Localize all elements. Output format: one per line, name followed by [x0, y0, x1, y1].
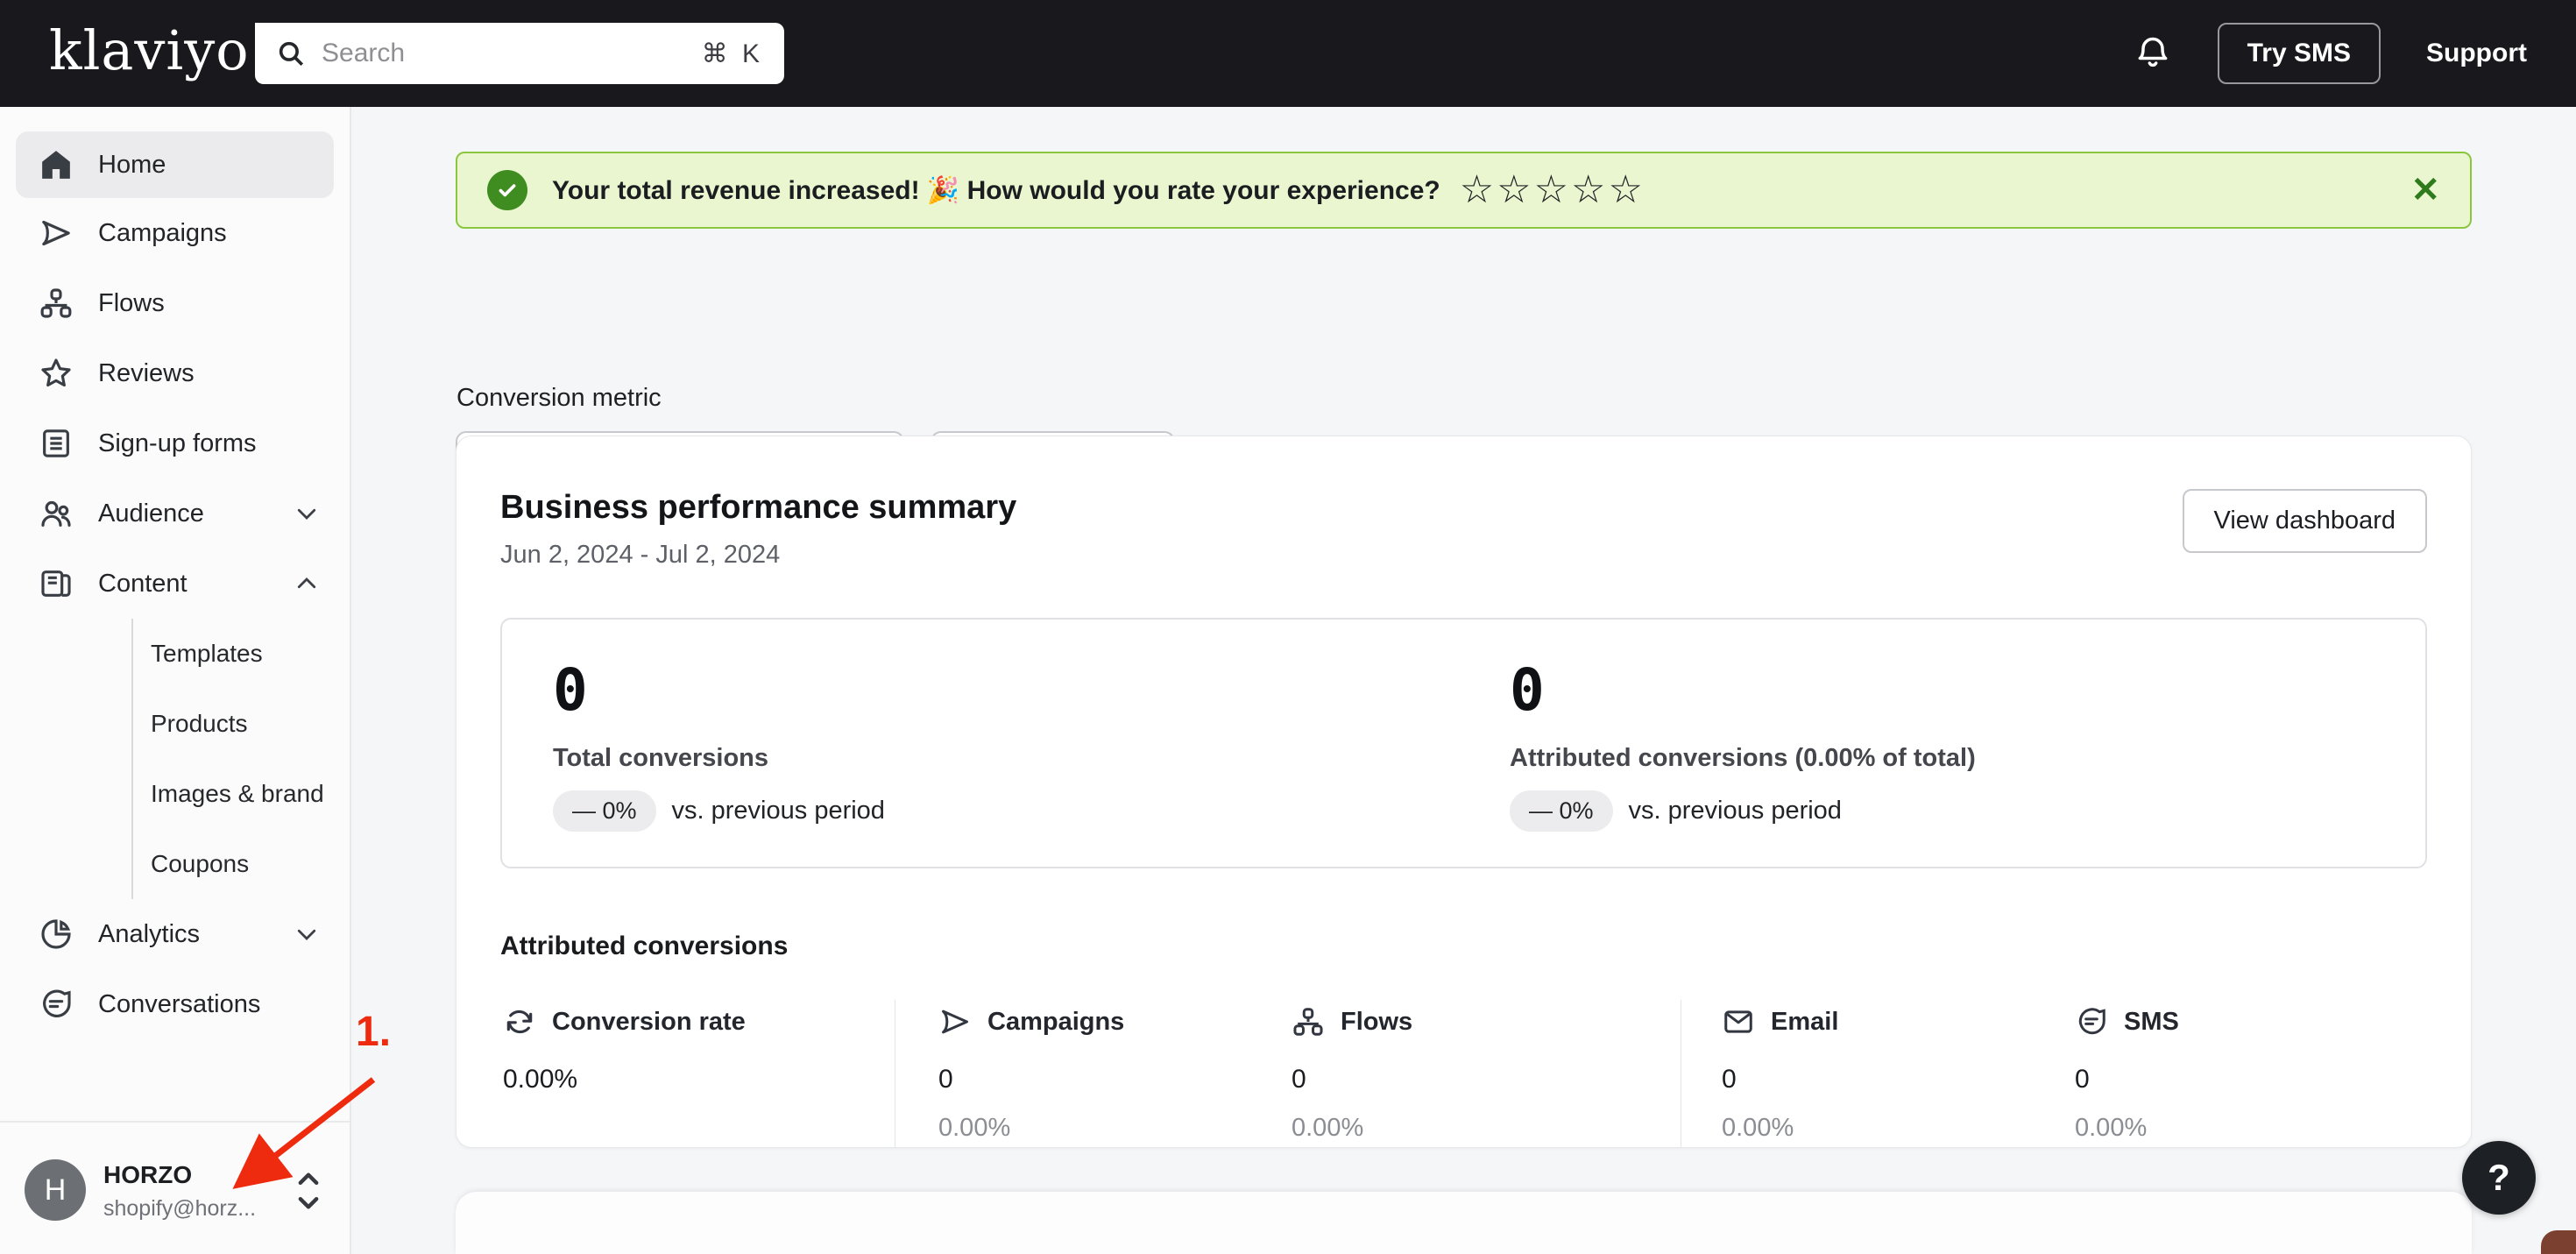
attributed-conversions-row: Conversion rate 0.00% Campaigns 0 0.00% …	[500, 1005, 2427, 1163]
email-icon	[1722, 1005, 1755, 1038]
search-placeholder: Search	[322, 39, 405, 68]
search-icon	[276, 39, 306, 68]
card-header: Business performance summary Jun 2, 2024…	[500, 489, 2427, 570]
sms-column: SMS 0 0.00%	[2075, 1005, 2179, 1143]
column-percent: 0.00%	[1292, 1114, 1412, 1143]
success-banner: Your total revenue increased! 🎉 How woul…	[456, 152, 2472, 229]
card-date-range: Jun 2, 2024 - Jul 2, 2024	[500, 541, 1016, 570]
sidebar-item-analytics[interactable]: Analytics	[0, 899, 350, 969]
sidebar-nav: Home Campaigns Flows Reviews Sign-up for…	[0, 107, 350, 1039]
content-sub-list: Templates Products Images & brand Coupon…	[131, 619, 350, 899]
metric-label: Attributed conversions (0.00% of total)	[1510, 744, 1976, 773]
pie-chart-icon	[39, 917, 74, 952]
total-conversions-metric: 0 Total conversions — 0% vs. previous pe…	[553, 662, 885, 832]
conversion-rate-column: Conversion rate 0.00%	[503, 1005, 746, 1095]
annotation-step-number: 1.	[356, 1008, 391, 1056]
star-icon	[39, 356, 74, 391]
sidebar-item-label: Conversations	[98, 990, 260, 1019]
sidebar-item-label: Content	[98, 570, 188, 599]
try-sms-button[interactable]: Try SMS	[2218, 23, 2381, 84]
logo-text: klaviyo	[49, 16, 250, 86]
column-value: 0	[2075, 1065, 2179, 1095]
close-icon[interactable]: ✕	[2410, 173, 2440, 208]
search-input[interactable]: Search ⌘ K	[255, 23, 784, 84]
sidebar-item-home[interactable]: Home	[16, 131, 334, 198]
column-percent: 0.00%	[938, 1114, 1124, 1143]
chat-icon	[39, 987, 74, 1022]
check-circle-icon	[487, 170, 527, 210]
flow-icon	[39, 286, 74, 321]
sidebar-item-products[interactable]: Products	[133, 689, 350, 759]
column-value: 0	[1722, 1065, 1838, 1095]
column-value: 0	[938, 1065, 1124, 1095]
topbar-actions: Try SMS Support	[2134, 0, 2527, 107]
delta-suffix: vs. previous period	[1629, 797, 1842, 825]
content-icon	[39, 566, 74, 601]
klaviyo-logo[interactable]: klaviyo	[49, 16, 285, 86]
sidebar-item-flows[interactable]: Flows	[0, 268, 350, 338]
chevron-down-icon	[294, 500, 320, 527]
support-link[interactable]: Support	[2426, 39, 2527, 68]
email-column: Email 0 0.00%	[1722, 1005, 1838, 1143]
business-performance-card: Business performance summary Jun 2, 2024…	[456, 436, 2472, 1148]
sms-icon	[2075, 1005, 2108, 1038]
send-icon	[938, 1005, 972, 1038]
sidebar-item-templates[interactable]: Templates	[133, 619, 350, 689]
top-bar: klaviyo Search ⌘ K Try SMS Support	[0, 0, 2576, 107]
sidebar-item-label: Analytics	[98, 920, 200, 949]
attributed-conversions-metric: 0 Attributed conversions (0.00% of total…	[1510, 662, 1976, 832]
sidebar-item-conversations[interactable]: Conversations	[0, 969, 350, 1039]
delta-badge: — 0%	[1510, 790, 1613, 832]
metric-label: Total conversions	[553, 744, 885, 773]
refresh-icon	[503, 1005, 536, 1038]
account-name: HORZO	[103, 1161, 192, 1189]
sidebar-item-campaigns[interactable]: Campaigns	[0, 198, 350, 268]
sidebar-item-label: Audience	[98, 499, 204, 528]
bell-icon[interactable]	[2134, 34, 2172, 73]
column-percent: 0.00%	[1722, 1114, 1838, 1143]
sidebar-item-label: Reviews	[98, 359, 195, 388]
delta-badge: — 0%	[553, 790, 656, 832]
attributed-conversions-heading: Attributed conversions	[500, 932, 2427, 961]
chevron-up-icon	[294, 570, 320, 597]
annotation-arrow	[217, 1067, 401, 1208]
metric-value: 0	[553, 662, 885, 719]
banner-message: Your total revenue increased! 🎉 How woul…	[552, 175, 1440, 206]
rating-stars[interactable]: ☆☆☆☆☆	[1460, 171, 1645, 209]
home-icon	[39, 147, 74, 182]
form-icon	[39, 426, 74, 461]
search-shortcut: ⌘ K	[702, 39, 763, 69]
chevron-down-icon	[294, 921, 320, 947]
conversions-metrics-box: 0 Total conversions — 0% vs. previous pe…	[500, 618, 2427, 868]
sidebar-item-label: Campaigns	[98, 219, 227, 248]
conversion-metric-label: Conversion metric	[456, 384, 662, 413]
sidebar-item-label: Home	[98, 151, 166, 180]
send-icon	[39, 216, 74, 251]
sidebar-item-signup-forms[interactable]: Sign-up forms	[0, 408, 350, 478]
metric-value: 0	[1510, 662, 1976, 719]
people-icon	[39, 496, 74, 531]
sidebar-item-reviews[interactable]: Reviews	[0, 338, 350, 408]
column-value: 0.00%	[503, 1065, 746, 1095]
corner-image-fragment	[2541, 1230, 2576, 1254]
sidebar-item-coupons[interactable]: Coupons	[133, 829, 350, 899]
sidebar-item-content[interactable]: Content	[0, 549, 350, 619]
sidebar-item-label: Flows	[98, 289, 165, 318]
klaviyo-app: klaviyo Search ⌘ K Try SMS Support Home …	[0, 0, 2576, 1254]
campaigns-column: Campaigns 0 0.00%	[938, 1005, 1124, 1143]
sidebar-item-label: Sign-up forms	[98, 429, 257, 458]
sidebar-item-images-brand[interactable]: Images & brand	[133, 759, 350, 829]
avatar: H	[25, 1159, 86, 1221]
help-button[interactable]: ?	[2462, 1141, 2536, 1215]
flow-icon	[1292, 1005, 1325, 1038]
delta-suffix: vs. previous period	[672, 797, 885, 825]
main-content: Your total revenue increased! 🎉 How woul…	[353, 107, 2576, 1254]
next-section-card	[456, 1192, 2472, 1254]
flows-column: Flows 0 0.00%	[1292, 1005, 1412, 1143]
sidebar-item-audience[interactable]: Audience	[0, 478, 350, 549]
column-value: 0	[1292, 1065, 1412, 1095]
view-dashboard-button[interactable]: View dashboard	[2183, 489, 2427, 553]
card-title: Business performance summary	[500, 489, 1016, 527]
column-percent: 0.00%	[2075, 1114, 2179, 1143]
